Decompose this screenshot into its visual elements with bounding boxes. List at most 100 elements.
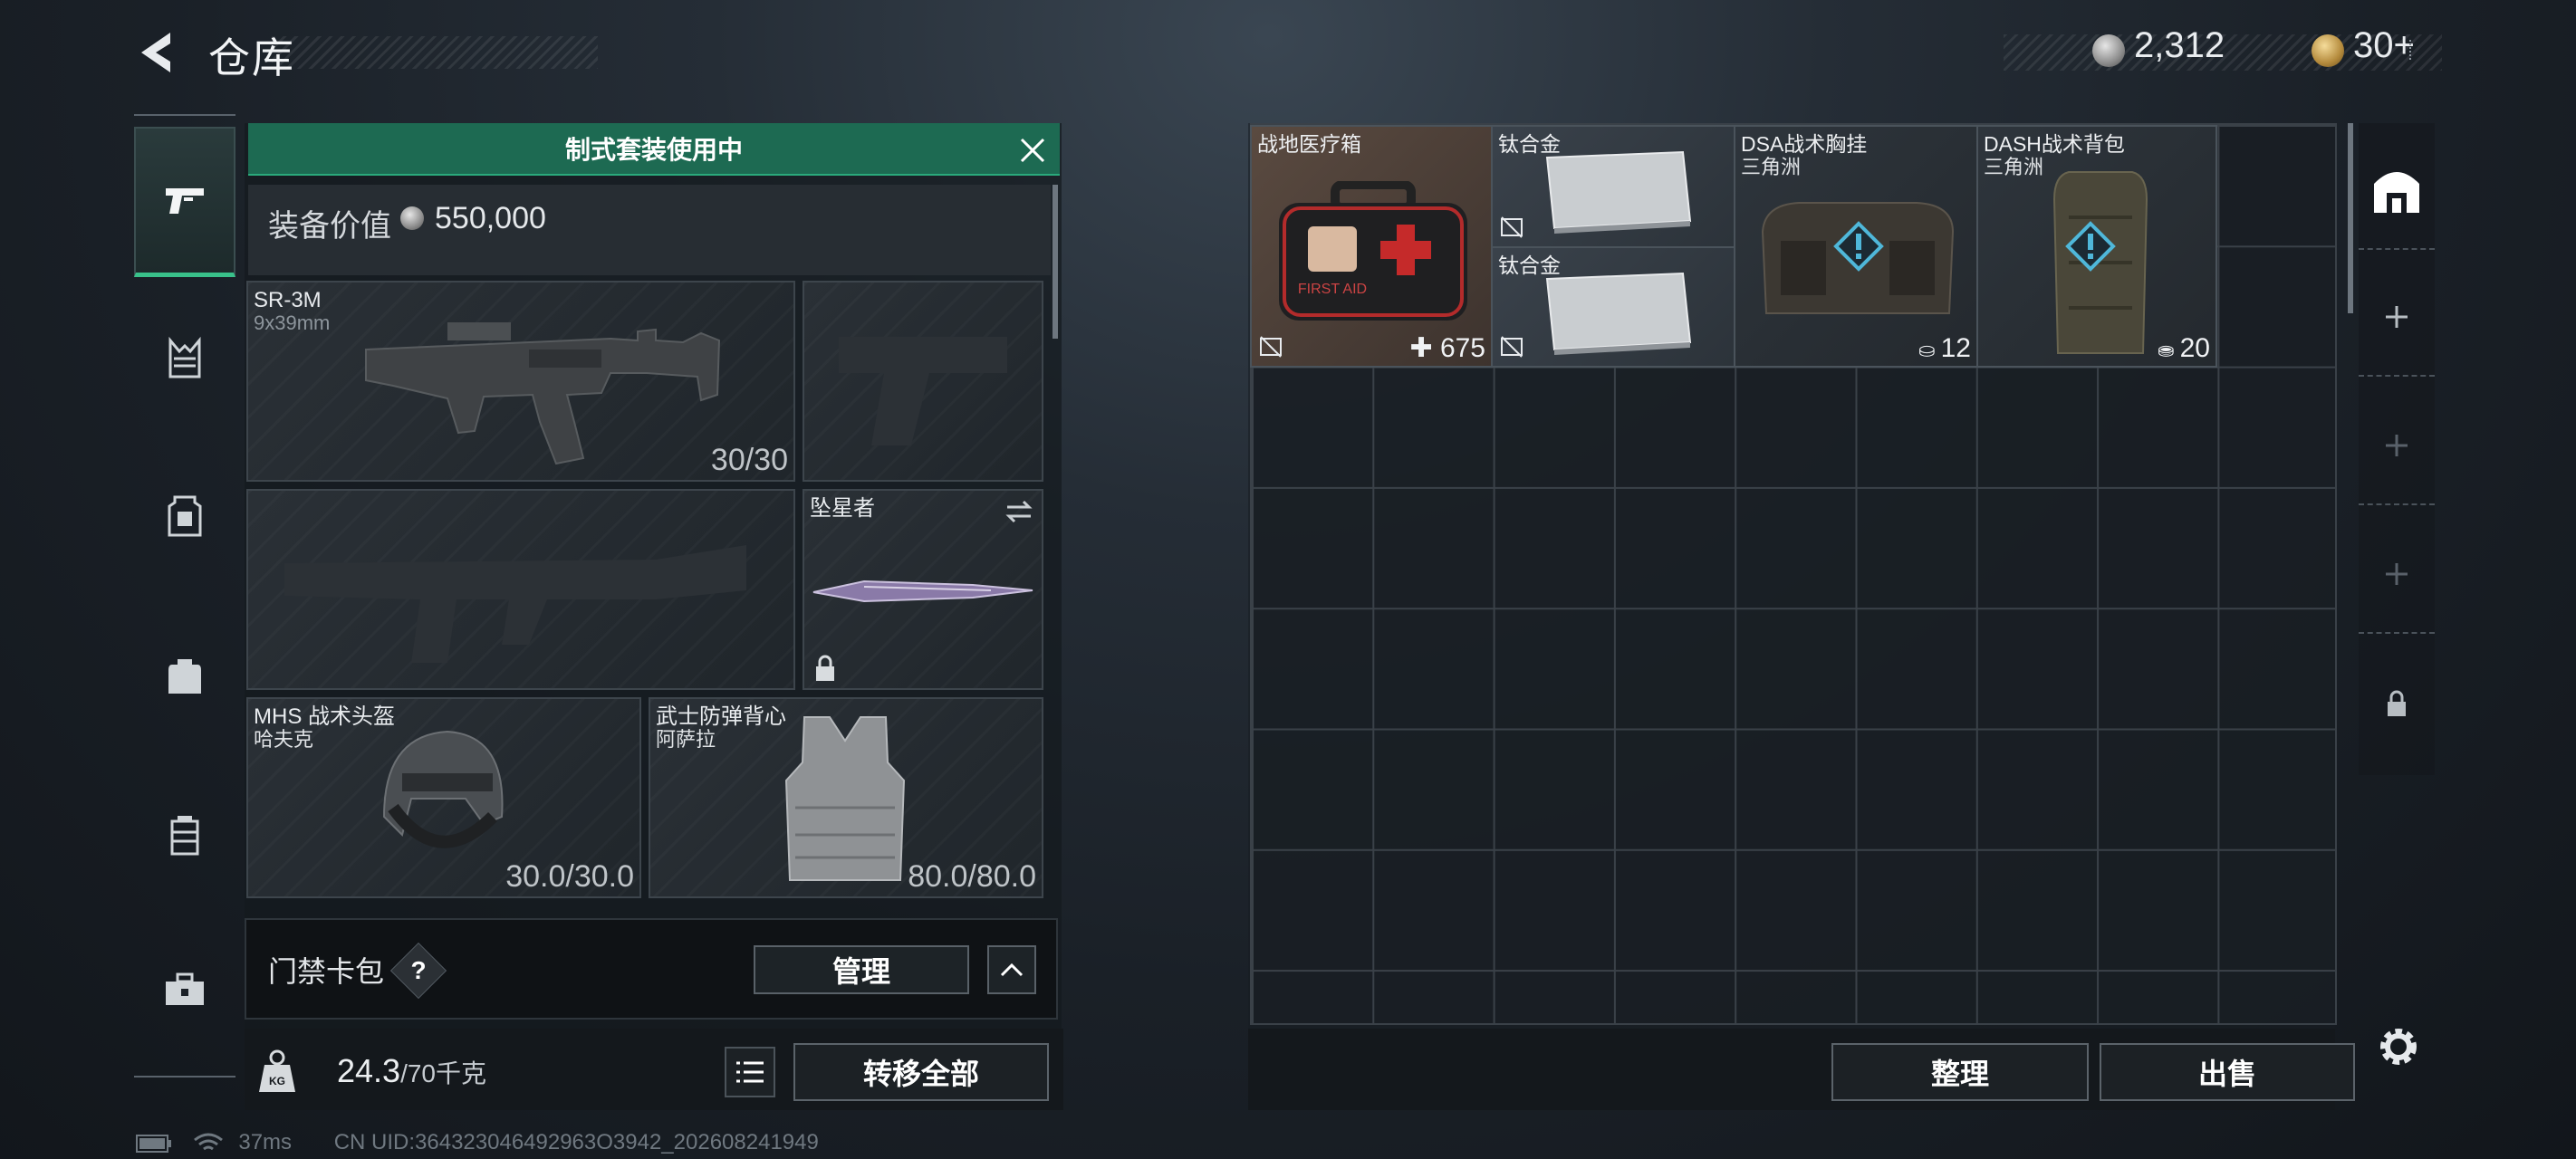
collapse-button[interactable] — [987, 945, 1036, 994]
page-title: 仓库 — [208, 34, 295, 81]
vest-icon: ⛀ — [1918, 339, 1941, 361]
svg-text:KG: KG — [269, 1075, 285, 1087]
warehouse-screen: { "header": {"title": "仓库"}, "currency":… — [0, 0, 2576, 1159]
storage-page-home[interactable] — [2359, 132, 2435, 250]
storage-page-add-2[interactable] — [2359, 388, 2435, 505]
plus-icon — [2386, 306, 2408, 328]
pistol-placeholder-icon — [839, 337, 1007, 445]
silver-balance[interactable]: 2,312 — [2134, 25, 2225, 66]
item-dsa-rig[interactable]: DSA战术胸挂 三角洲 ⛀ 12 — [1734, 125, 1978, 368]
item-titanium-1[interactable]: 钛合金 — [1491, 125, 1735, 248]
item-count: ⛂ 20 — [2158, 333, 2210, 364]
storage-scrollbar[interactable] — [2348, 123, 2353, 313]
tab-backpack[interactable] — [134, 603, 235, 748]
slot-primary-name: SR-3M — [254, 288, 322, 312]
slot-primary-caliber: 9x39mm — [254, 311, 331, 334]
warning-icon[interactable] — [2065, 221, 2116, 272]
chevron-up-icon — [1000, 963, 1024, 977]
weight-icon: KG — [259, 1049, 295, 1092]
toolbox-icon — [166, 972, 204, 1005]
close-icon[interactable] — [1014, 132, 1051, 168]
tab-armor[interactable] — [134, 444, 235, 589]
item-medkit[interactable]: FIRST AID 战地医疗箱 ✚ 675 — [1250, 125, 1493, 368]
slot-helmet[interactable]: MHS 战术头盔 哈夫克 30.0/30.0 — [246, 697, 641, 898]
no-drop-icon — [1501, 336, 1523, 358]
sort-button[interactable]: 整理 — [1831, 1043, 2089, 1101]
slot-melee[interactable]: 坠星者 — [803, 489, 1043, 690]
swap-icon[interactable] — [1004, 498, 1034, 525]
pistol-icon — [166, 187, 204, 214]
home-icon — [2374, 172, 2419, 213]
item-name: DSA战术胸挂 — [1741, 132, 1868, 156]
medkit-label: FIRST AID — [1298, 282, 1367, 297]
transfer-all-button[interactable]: 转移全部 — [793, 1043, 1049, 1101]
loadout-scrollbar[interactable] — [1053, 185, 1058, 339]
warning-icon[interactable] — [1833, 221, 1884, 272]
bag-icon: ⛂ — [2158, 339, 2180, 361]
slot-melee-name: 坠星者 — [810, 496, 875, 521]
back-arrow-icon[interactable] — [132, 27, 183, 78]
plus-icon: ✚ — [1409, 333, 1440, 363]
backpack-icon — [168, 659, 201, 694]
no-drop-icon — [1260, 336, 1282, 358]
slot-primary-weapon[interactable]: SR-3M 9x39mm 30/30 — [246, 281, 795, 482]
item-count: ✚ 675 — [1409, 332, 1485, 364]
tab-toolbox[interactable] — [134, 916, 235, 1061]
slot-helmet-brand: 哈夫克 — [254, 728, 314, 751]
tab-rig[interactable] — [134, 286, 235, 431]
slot-primary-ammo: 30/30 — [710, 443, 788, 477]
equipment-tabs — [134, 114, 235, 1083]
weight-current: 24.3 — [337, 1052, 401, 1089]
item-name: DASH战术背包 — [1984, 132, 2125, 156]
equipment-value-label: 装备价值 — [268, 209, 391, 244]
manage-button[interactable]: 管理 — [754, 945, 969, 994]
gear-icon[interactable] — [2373, 1021, 2424, 1072]
item-titanium-2[interactable]: 钛合金 — [1491, 246, 1735, 368]
item-name: 钛合金 — [1498, 132, 1561, 156]
plus-icon — [2386, 563, 2408, 585]
storage-page-locked[interactable] — [2359, 645, 2435, 762]
divider — [2409, 40, 2420, 60]
medkit-image: FIRST AID — [1279, 181, 1467, 321]
tab-weapons[interactable] — [134, 127, 235, 277]
weight-max: /70千克 — [400, 1059, 487, 1087]
preset-banner: 制式套装使用中 — [248, 123, 1060, 176]
ping: 37ms — [238, 1130, 293, 1154]
rifle-image — [365, 322, 721, 465]
list-view-button[interactable] — [725, 1047, 775, 1097]
help-icon[interactable]: ? — [399, 951, 438, 991]
item-count: ⛀ 12 — [1918, 333, 1971, 364]
sell-button[interactable]: 出售 — [2100, 1043, 2355, 1101]
rig-icon — [168, 337, 201, 378]
slot-armor-durability: 80.0/80.0 — [908, 859, 1036, 894]
slot-body-armor[interactable]: 武士防弹背心 阿萨拉 80.0/80.0 — [649, 697, 1043, 898]
slot-sidearm[interactable] — [803, 281, 1043, 482]
vest-image — [784, 716, 906, 881]
storage-page-add-1[interactable] — [2359, 259, 2435, 377]
tab-case[interactable] — [134, 762, 235, 907]
knife-image — [812, 580, 1033, 603]
lock-icon — [816, 655, 834, 681]
uid: CN UID:364323046492963O3942_202608241949 — [333, 1130, 819, 1154]
silver-coin-icon — [2092, 34, 2125, 67]
slot-armor-brand: 阿萨拉 — [656, 728, 716, 751]
armor-icon — [168, 495, 202, 537]
item-brand: 三角洲 — [1984, 156, 2044, 178]
case-icon — [170, 816, 199, 856]
item-count-value: 20 — [2179, 333, 2210, 363]
item-dash-backpack[interactable]: DASH战术背包 三角洲 ⛂ 20 — [1976, 125, 2217, 368]
slot-secondary-weapon[interactable] — [246, 489, 795, 690]
title-decoration — [272, 36, 598, 69]
storage-page-add-3[interactable] — [2359, 516, 2435, 634]
lock-icon — [2388, 690, 2406, 716]
wifi-icon — [193, 1133, 223, 1150]
item-name: 钛合金 — [1498, 254, 1561, 277]
rifle-placeholder-icon — [284, 545, 746, 663]
gold-balance[interactable]: 30+ — [2353, 25, 2415, 66]
item-count-value: 12 — [1940, 333, 1971, 363]
no-drop-icon — [1501, 216, 1523, 238]
slot-helmet-name: MHS 战术头盔 — [254, 704, 395, 729]
item-name: 战地医疗箱 — [1257, 132, 1361, 156]
plus-icon — [2386, 435, 2408, 456]
helmet-image — [382, 730, 504, 848]
